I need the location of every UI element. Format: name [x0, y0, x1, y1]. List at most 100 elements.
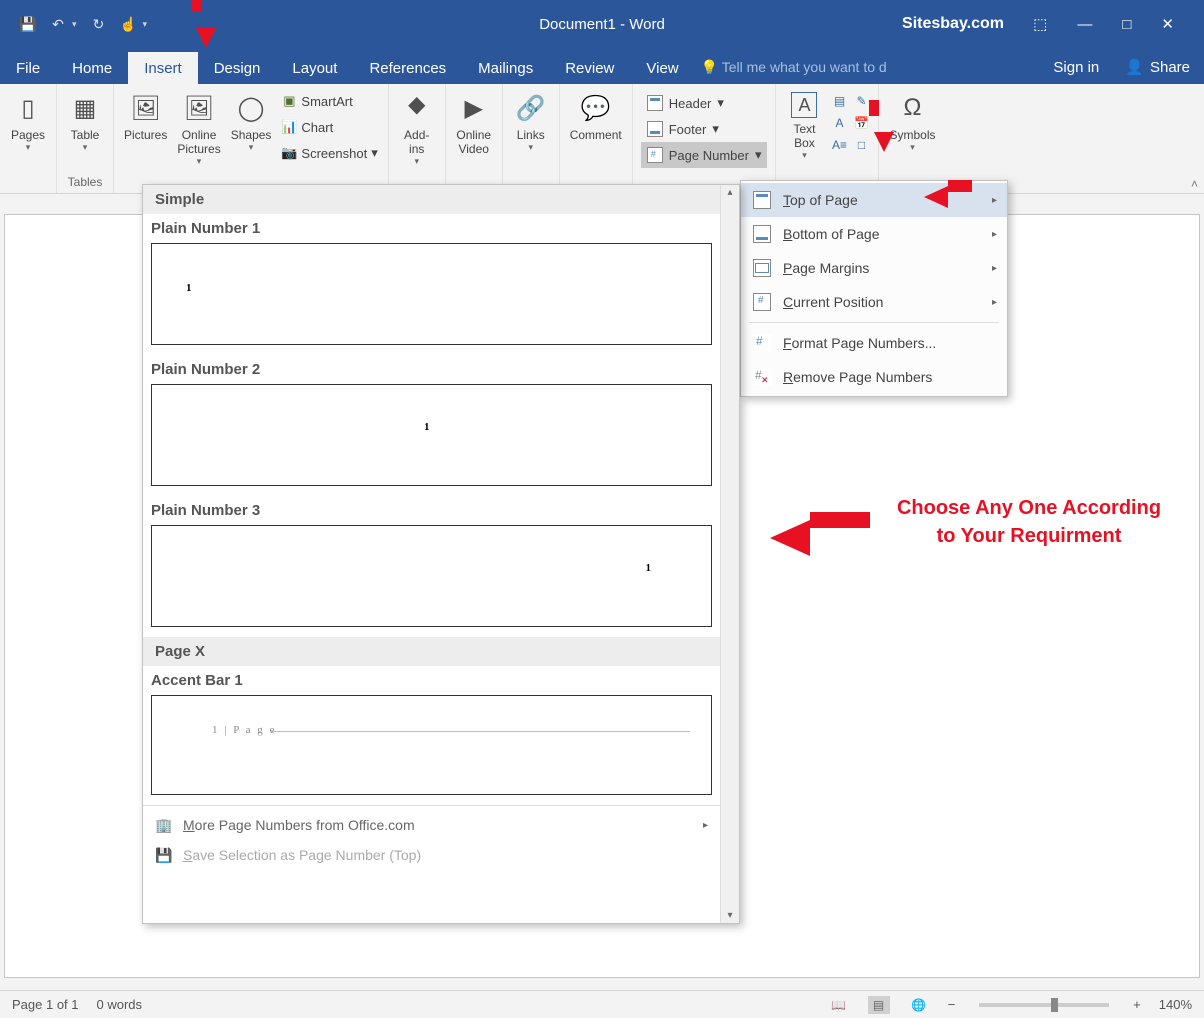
collapse-ribbon-icon[interactable]: ˄ [1191, 177, 1198, 191]
screenshot-button[interactable]: 📷Screenshot ▾ [277, 140, 381, 166]
preview-plain-number-3[interactable]: 1 [151, 525, 712, 627]
pictures-button[interactable]: 🖼Pictures [120, 88, 171, 144]
chevron-right-icon: ▸ [992, 263, 997, 274]
touch-caret-icon[interactable]: ▾ [143, 19, 148, 30]
tell-me-search[interactable]: 💡 Tell me what you want to d [695, 51, 1042, 84]
share-button[interactable]: 👤Share [1111, 50, 1204, 84]
menu-current-position[interactable]: Current Position▸ [741, 285, 1007, 319]
wordart-icon[interactable]: A [830, 114, 848, 132]
preview-plain-number-2[interactable]: 1 [151, 384, 712, 486]
menu-remove-page-numbers[interactable]: Remove Page Numbers [741, 360, 1007, 394]
print-layout-icon[interactable]: ▤ [868, 996, 890, 1014]
pages-button[interactable]: ▯ Pages▾ [6, 88, 50, 155]
annotation-arrow-top [924, 186, 948, 208]
page-number-gallery: Simple Plain Number 1 1 Plain Number 2 1… [142, 184, 740, 924]
ribbon-display-icon[interactable]: ⬚ [1033, 15, 1047, 33]
tab-home[interactable]: Home [56, 52, 128, 84]
bottom-icon [753, 225, 771, 243]
page-indicator[interactable]: Page 1 of 1 [12, 997, 79, 1012]
gallery-group-pagex: Page X [143, 637, 720, 666]
separator [749, 322, 999, 323]
zoom-level[interactable]: 140% [1159, 997, 1192, 1012]
tab-review[interactable]: Review [549, 52, 630, 84]
maximize-icon[interactable]: □ [1122, 16, 1131, 33]
tab-design[interactable]: Design [198, 52, 277, 84]
table-button[interactable]: ▦ Table▾ [63, 88, 107, 155]
format-icon [753, 334, 771, 352]
gallery-scrollbar[interactable]: ▴▾ [720, 185, 739, 923]
shapes-icon: ◯ [235, 92, 267, 124]
page-number-menu: Top of Page▸ Bottom of Page▸ Page Margin… [740, 180, 1008, 397]
undo-caret-icon[interactable]: ▾ [72, 19, 77, 30]
word-count[interactable]: 0 words [97, 997, 143, 1012]
annotation-arrow-pagenumber [874, 132, 894, 152]
chevron-right-icon: ▸ [992, 297, 997, 308]
chart-icon: 📊 [281, 119, 297, 135]
preview-plain-number-1[interactable]: 1 [151, 243, 712, 345]
redo-icon[interactable]: ↻ [91, 16, 107, 32]
zoom-in-button[interactable]: + [1133, 997, 1141, 1012]
office-icon: 🏢 [155, 816, 173, 834]
chevron-right-icon: ▸ [992, 229, 997, 240]
drop-cap-icon[interactable]: A≡ [830, 136, 848, 154]
web-layout-icon[interactable]: 🌐 [908, 996, 930, 1014]
minimize-icon[interactable]: — [1077, 16, 1092, 33]
header-icon [647, 95, 663, 111]
menu-format-page-numbers[interactable]: Format Page Numbers... [741, 326, 1007, 360]
scroll-down-icon[interactable]: ▾ [727, 910, 732, 921]
screenshot-icon: 📷 [281, 145, 297, 161]
tab-references[interactable]: References [353, 52, 462, 84]
comment-icon: 💬 [580, 92, 612, 124]
close-icon[interactable]: ✕ [1161, 15, 1174, 33]
more-page-numbers[interactable]: 🏢More Page Numbers from Office.com▸ [143, 810, 720, 840]
zoom-out-button[interactable]: − [948, 997, 956, 1012]
links-icon: 🔗 [515, 92, 547, 124]
site-watermark: Sitesbay.com [902, 15, 1004, 33]
header-button[interactable]: Header ▾ [641, 90, 768, 116]
pictures-icon: 🖼 [130, 92, 162, 124]
gallery-item-label: Plain Number 1 [143, 214, 720, 239]
online-pictures-button[interactable]: 🖼Online Pictures▾ [173, 88, 224, 169]
footer-icon [647, 121, 663, 137]
zoom-thumb[interactable] [1051, 998, 1058, 1012]
tab-insert[interactable]: Insert [128, 52, 198, 84]
save-sel-icon: 💾 [155, 846, 173, 864]
signature-icon[interactable]: ✎ [852, 92, 870, 110]
text-box-button[interactable]: AText Box▾ [782, 88, 826, 163]
comment-button[interactable]: 💬Comment [566, 88, 626, 144]
margins-icon [753, 259, 771, 277]
online-video-button[interactable]: ▶Online Video [452, 88, 496, 158]
touch-mode-icon[interactable]: ☝ [121, 16, 137, 32]
smartart-button[interactable]: ▣SmartArt [277, 88, 381, 114]
menu-bottom-of-page[interactable]: Bottom of Page▸ [741, 217, 1007, 251]
shapes-button[interactable]: ◯Shapes▾ [227, 88, 276, 155]
gallery-item-label: Accent Bar 1 [143, 666, 720, 691]
addins-button[interactable]: ⯁Add- ins▾ [395, 88, 439, 169]
undo-icon[interactable]: ↶ [50, 16, 66, 32]
document-title: Document1 - Word [539, 16, 665, 33]
links-button[interactable]: 🔗Links▾ [509, 88, 553, 155]
tab-view[interactable]: View [630, 52, 694, 84]
scroll-up-icon[interactable]: ▴ [727, 187, 732, 198]
footer-button[interactable]: Footer ▾ [641, 116, 768, 142]
date-icon[interactable]: 📅 [852, 114, 870, 132]
pages-icon: ▯ [12, 92, 44, 124]
zoom-slider[interactable] [979, 1003, 1109, 1007]
quick-parts-icon[interactable]: ▤ [830, 92, 848, 110]
preview-accent-bar-1[interactable]: 1 | P a g e [151, 695, 712, 795]
tab-layout[interactable]: Layout [276, 52, 353, 84]
read-mode-icon[interactable]: 📖 [828, 996, 850, 1014]
tab-file[interactable]: File [0, 52, 56, 84]
sign-in-link[interactable]: Sign in [1041, 51, 1111, 84]
page-number-icon [647, 147, 663, 163]
table-icon: ▦ [69, 92, 101, 124]
tab-mailings[interactable]: Mailings [462, 52, 549, 84]
page-number-button[interactable]: Page Number ▾ [641, 142, 768, 168]
chart-button[interactable]: 📊Chart [277, 114, 381, 140]
save-icon[interactable]: 💾 [20, 16, 36, 32]
object-icon[interactable]: □ [852, 136, 870, 154]
share-icon: 👤 [1125, 58, 1144, 76]
menu-page-margins[interactable]: Page Margins▸ [741, 251, 1007, 285]
text-box-icon: A [791, 92, 817, 118]
group-label [26, 173, 29, 191]
